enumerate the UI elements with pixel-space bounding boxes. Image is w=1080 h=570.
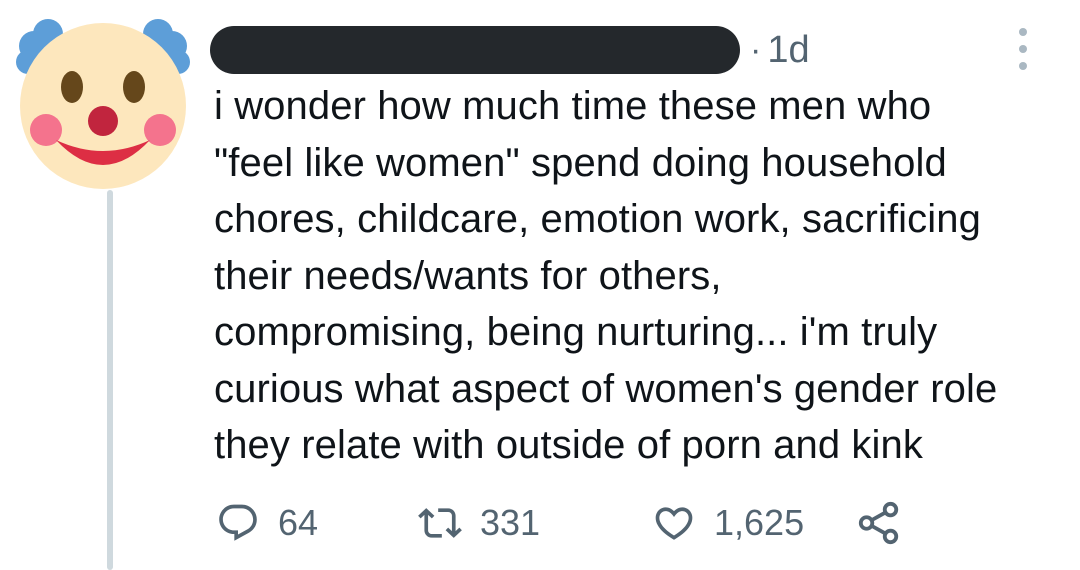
clown-face-icon xyxy=(16,19,190,189)
share-icon xyxy=(858,501,899,545)
timestamp-separator: · xyxy=(750,31,762,69)
share-button[interactable] xyxy=(856,498,902,548)
tweet-header: · 1d xyxy=(210,22,810,78)
retweet-icon xyxy=(418,508,462,538)
tweet[interactable]: · 1d i wonder how much time these men wh… xyxy=(0,0,1080,570)
redacted-author-name xyxy=(210,26,740,74)
heart-icon xyxy=(655,507,693,540)
reply-count: 64 xyxy=(278,502,319,543)
thread-line xyxy=(107,190,113,570)
more-options-icon[interactable] xyxy=(1008,28,1038,70)
timestamp[interactable]: 1d xyxy=(767,31,809,69)
retweet-button[interactable]: 331 xyxy=(418,498,540,548)
avatar[interactable] xyxy=(12,12,194,194)
reply-button[interactable]: 64 xyxy=(216,498,318,548)
tweet-text: i wonder how much time these men who "fe… xyxy=(214,84,998,467)
like-count: 1,625 xyxy=(714,502,805,543)
reply-icon xyxy=(219,504,257,541)
like-button[interactable]: 1,625 xyxy=(652,498,804,548)
retweet-count: 331 xyxy=(480,502,541,543)
